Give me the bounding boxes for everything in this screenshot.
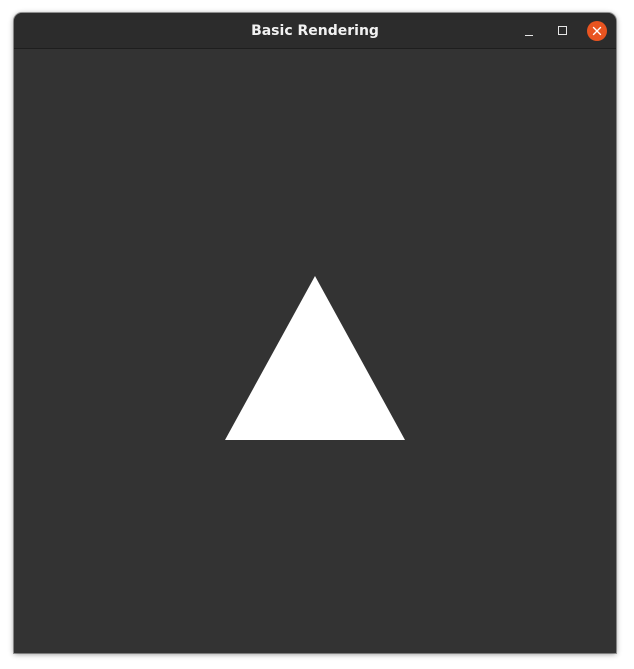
close-button[interactable]	[587, 21, 607, 41]
minimize-button[interactable]	[519, 21, 539, 41]
rendered-triangle	[225, 276, 405, 440]
minimize-icon	[525, 35, 533, 36]
maximize-icon	[558, 26, 567, 35]
maximize-button[interactable]	[553, 21, 573, 41]
render-canvas[interactable]	[14, 49, 616, 653]
triangle-shape	[225, 276, 405, 440]
app-window: Basic Rendering	[14, 13, 616, 653]
title-bar[interactable]: Basic Rendering	[14, 13, 616, 49]
close-icon	[592, 26, 602, 36]
